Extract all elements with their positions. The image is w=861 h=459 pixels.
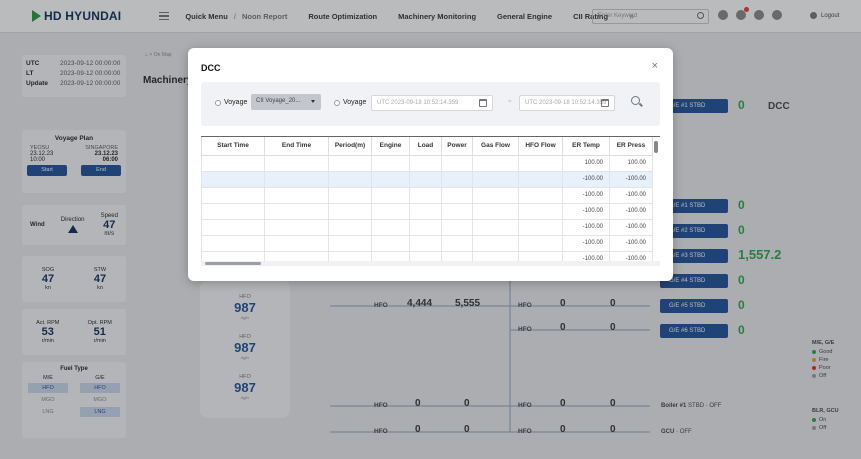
- table-cell: [472, 170, 519, 188]
- table-cell: [472, 218, 519, 236]
- table-cell: [371, 218, 410, 236]
- table-row[interactable]: -100.00 -100.00: [201, 170, 653, 188]
- radio-circle-icon: [334, 99, 340, 106]
- table-cell: [409, 202, 442, 220]
- table-cell: [201, 170, 265, 188]
- filter-bar: Voyage CII Voyage_20... Voyage UTC 2023-…: [201, 82, 660, 126]
- col-hfo-flow[interactable]: HFO Flow: [518, 137, 563, 156]
- table-cell: 100.00: [609, 154, 653, 172]
- table-cell: [371, 202, 410, 220]
- table-cell: [328, 186, 372, 204]
- table-cell: [441, 170, 473, 188]
- date-range-separator: ~: [508, 99, 512, 105]
- col-er-temp[interactable]: ER Temp: [562, 137, 610, 156]
- table-cell: [264, 186, 329, 204]
- table-cell: [201, 154, 265, 172]
- scrollbar-thumb[interactable]: [205, 262, 261, 265]
- col-load[interactable]: Load: [409, 137, 442, 156]
- table-cell: [328, 170, 372, 188]
- table-cell: [328, 154, 372, 172]
- date-from-input[interactable]: UTC 2023-09-18 10:52:14.359: [371, 95, 493, 111]
- table-cell: [409, 170, 442, 188]
- table-row[interactable]: -100.00 -100.00: [201, 202, 653, 220]
- table-cell: [441, 186, 473, 204]
- table-cell: [371, 186, 410, 204]
- table-cell: [371, 154, 410, 172]
- table-cell: [409, 154, 442, 172]
- dcc-table: Start Time End Time Period(m) Engine Loa…: [201, 136, 660, 266]
- table-cell: [518, 218, 563, 236]
- table-cell: [201, 218, 265, 236]
- col-er-press[interactable]: ER Press: [609, 137, 653, 156]
- table-cell: [518, 202, 563, 220]
- voyage-radio-2[interactable]: Voyage: [334, 99, 366, 106]
- table-cell: [472, 154, 519, 172]
- table-cell: 100.00: [562, 154, 610, 172]
- table-cell: [201, 202, 265, 220]
- table-cell: -100.00: [609, 170, 653, 188]
- table-cell: [264, 170, 329, 188]
- calendar-icon[interactable]: [479, 99, 487, 107]
- table-header-row: Start Time End Time Period(m) Engine Loa…: [201, 137, 653, 156]
- table-cell: -100.00: [562, 170, 610, 188]
- table-cell: -100.00: [609, 234, 653, 252]
- table-cell: [328, 202, 372, 220]
- calendar-icon[interactable]: [601, 99, 609, 107]
- vertical-scrollbar[interactable]: [654, 141, 658, 153]
- col-power[interactable]: Power: [441, 137, 473, 156]
- table-row[interactable]: 100.00 100.00: [201, 154, 653, 172]
- table-cell: [441, 234, 473, 252]
- modal-title: DCC: [201, 63, 221, 73]
- date-to-input[interactable]: UTC 2023-09-18 10:52:14.359: [519, 95, 615, 111]
- table-row[interactable]: -100.00 -100.00: [201, 218, 653, 236]
- table-cell: [518, 170, 563, 188]
- table-cell: [264, 202, 329, 220]
- voyage-select[interactable]: CII Voyage_20...: [251, 94, 321, 110]
- table-cell: [441, 218, 473, 236]
- table-cell: [518, 186, 563, 204]
- table-cell: -100.00: [562, 202, 610, 220]
- col-start-time[interactable]: Start Time: [201, 137, 265, 156]
- table-cell: [328, 234, 372, 252]
- table-cell: [518, 234, 563, 252]
- table-cell: -100.00: [609, 218, 653, 236]
- table-cell: [328, 218, 372, 236]
- col-period[interactable]: Period(m): [328, 137, 372, 156]
- col-gas-flow[interactable]: Gas Flow: [472, 137, 519, 156]
- search-button[interactable]: [631, 96, 643, 108]
- table-cell: [441, 154, 473, 172]
- table-cell: -100.00: [562, 218, 610, 236]
- table-cell: [518, 154, 563, 172]
- table-cell: [472, 202, 519, 220]
- table-cell: [264, 154, 329, 172]
- close-icon[interactable]: ×: [652, 61, 658, 72]
- table-cell: [371, 170, 410, 188]
- table-cell: [264, 234, 329, 252]
- table-cell: [264, 218, 329, 236]
- table-cell: -100.00: [609, 202, 653, 220]
- table-cell: -100.00: [562, 234, 610, 252]
- table-cell: [441, 202, 473, 220]
- col-engine[interactable]: Engine: [371, 137, 410, 156]
- table-cell: [409, 218, 442, 236]
- table-cell: [409, 234, 442, 252]
- table-cell: [472, 234, 519, 252]
- chevron-down-icon: [311, 100, 315, 103]
- table-cell: [371, 234, 410, 252]
- voyage-radio-1[interactable]: Voyage: [215, 99, 247, 106]
- table-cell: [201, 186, 265, 204]
- horizontal-scrollbar[interactable]: [201, 261, 660, 266]
- table-cell: [409, 186, 442, 204]
- table-cell: [472, 186, 519, 204]
- table-row[interactable]: -100.00 -100.00: [201, 186, 653, 204]
- table-cell: [201, 234, 265, 252]
- col-end-time[interactable]: End Time: [264, 137, 329, 156]
- radio-circle-icon: [215, 99, 221, 106]
- table-cell: -100.00: [562, 186, 610, 204]
- dcc-modal: DCC × Voyage CII Voyage_20... Voyage UTC…: [188, 48, 673, 281]
- table-cell: -100.00: [609, 186, 653, 204]
- table-row[interactable]: -100.00 -100.00: [201, 234, 653, 252]
